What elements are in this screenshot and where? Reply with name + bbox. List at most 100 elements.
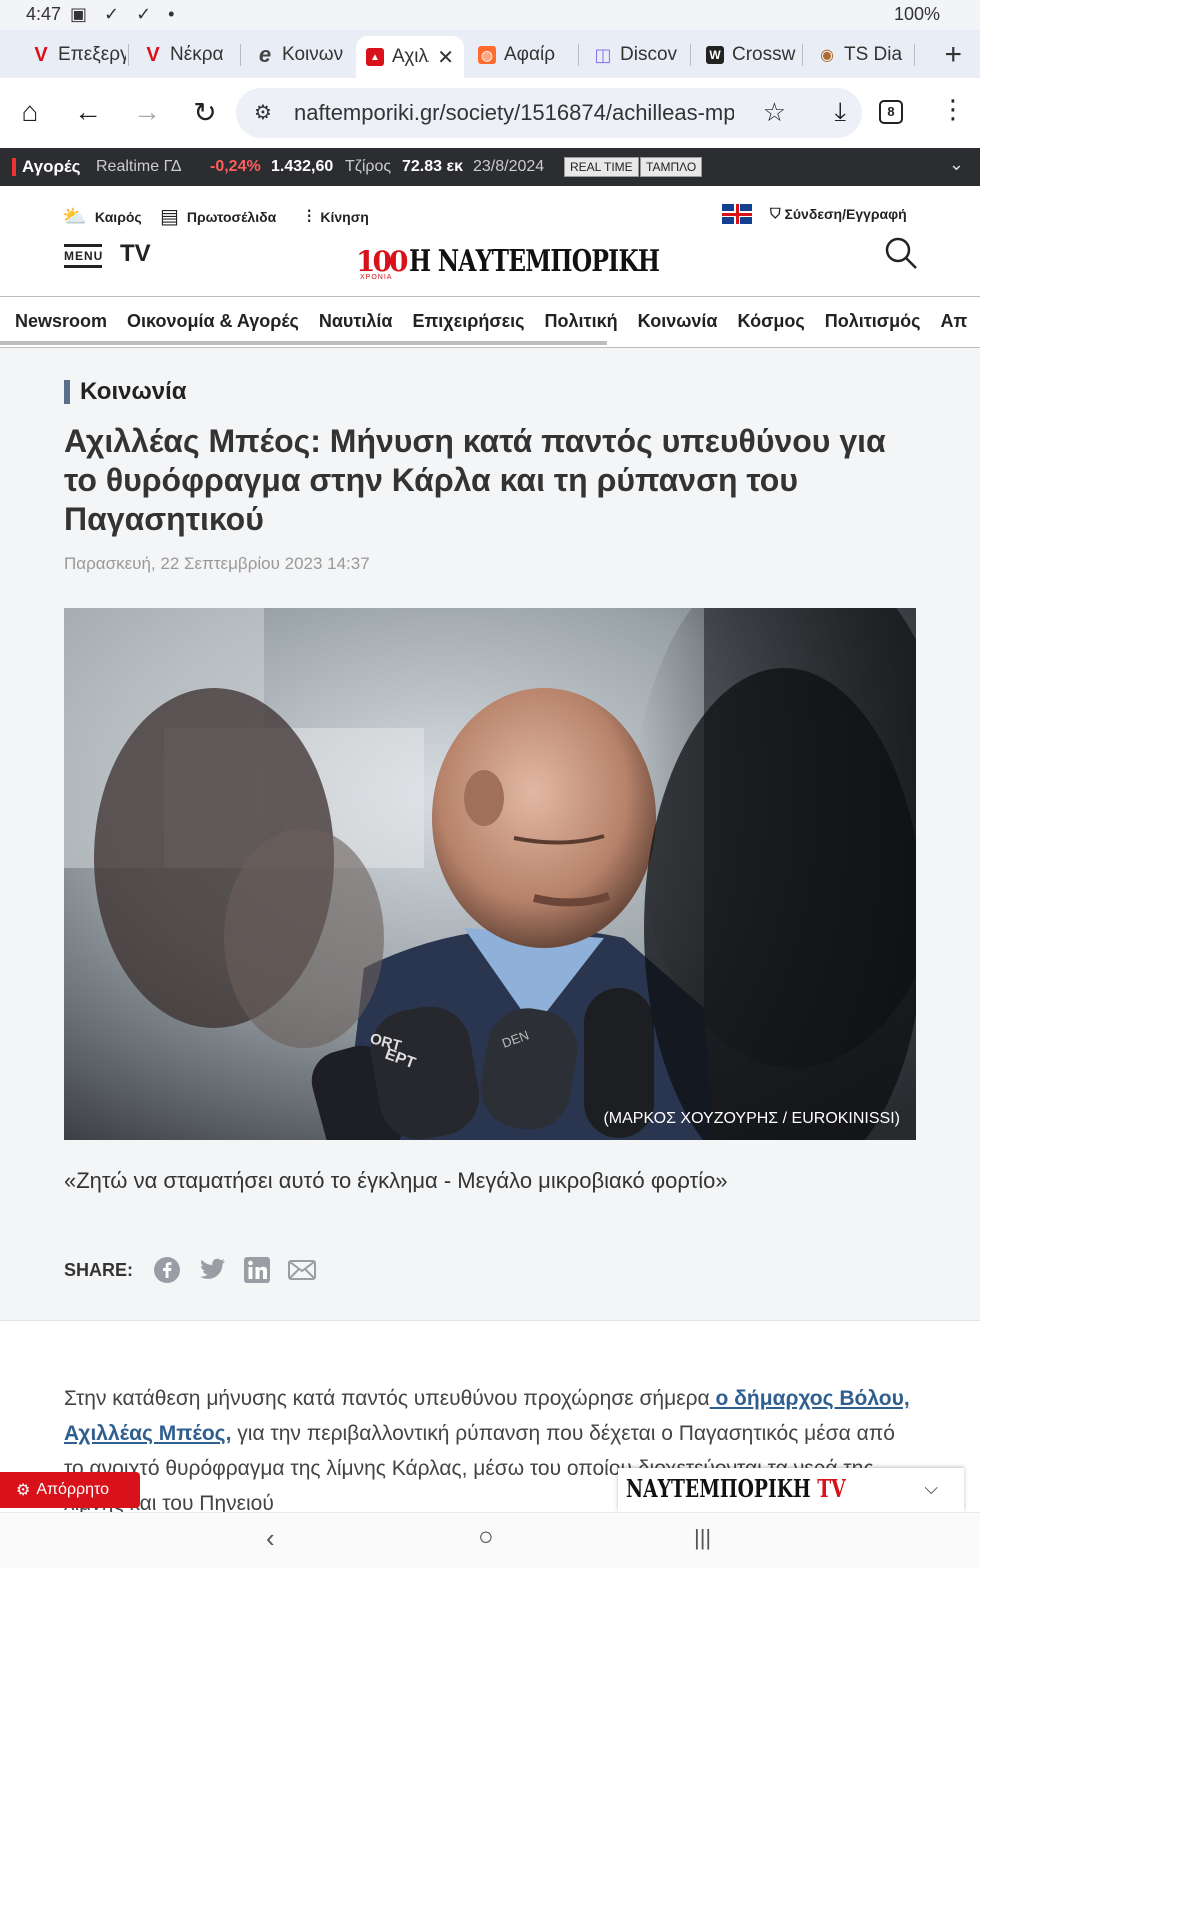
- status-notification-icons: ▣ ✓ ✓ •: [70, 4, 181, 24]
- browser-tab[interactable]: V Νέκρα: [134, 36, 238, 74]
- crossword-favicon-icon: W: [706, 46, 724, 64]
- index-change: -0,24%: [210, 158, 261, 175]
- nav-item-economy[interactable]: Οικονομία & Αγορές: [127, 311, 299, 332]
- url-text[interactable]: naftemporiki.gr/society/1516874/achillea…: [294, 100, 734, 126]
- back-arrow-icon[interactable]: ←: [71, 96, 105, 128]
- back-nav-icon[interactable]: ‹: [266, 1523, 275, 1554]
- section-label[interactable]: Κοινωνία: [64, 378, 187, 406]
- address-bar[interactable]: ⚙ naftemporiki.gr/society/1516874/achill…: [236, 88, 862, 138]
- nav-item-more[interactable]: Απ: [941, 311, 968, 332]
- status-bar: 4:47 ▣ ✓ ✓ • 100%: [0, 0, 980, 30]
- browser-tab[interactable]: e Κοινων: [246, 36, 350, 74]
- bookmark-star-icon[interactable]: ☆: [763, 97, 786, 128]
- frontpages-link[interactable]: ▤ Πρωτοσέλιδα: [160, 204, 276, 229]
- browser-tab[interactable]: ◍ Αφαίρ: [468, 36, 574, 74]
- privacy-button[interactable]: ⚙ Απόρρητο: [0, 1472, 140, 1508]
- vice-favicon-icon: V: [34, 43, 48, 66]
- tv-logo-tv: TV: [817, 1474, 846, 1503]
- forward-arrow-icon[interactable]: →: [130, 96, 164, 128]
- turnover-label: Τζίρος: [345, 158, 392, 175]
- naftemporiki-favicon-icon: ▲: [366, 48, 384, 66]
- article-header: Κοινωνία Αχιλλέας Μπέος: Μήνυση κατά παν…: [0, 348, 980, 1320]
- chevron-down-icon[interactable]: ⌵: [924, 1478, 938, 1499]
- login-label: Σύνδεση/Εγγραφή: [784, 205, 907, 222]
- home-icon[interactable]: ⌂: [13, 96, 47, 128]
- traffic-link[interactable]: ⁝ Κίνηση: [306, 204, 369, 229]
- browser-tab[interactable]: ◉ TS Dia: [808, 36, 914, 74]
- turnover-value: 72.83 εκ: [402, 158, 463, 175]
- nav-item-culture[interactable]: Πολιτισμός: [825, 311, 921, 332]
- privacy-label: Απόρρητο: [36, 1481, 110, 1498]
- e-favicon-icon: e: [258, 42, 272, 67]
- chevron-down-icon[interactable]: ⌄: [949, 154, 964, 175]
- english-flag-icon[interactable]: [722, 204, 752, 224]
- tab-title: Επεξεργ: [58, 44, 126, 65]
- tv-logo-main: ΝΑΥΤΕΜΠΟΡΙΚΗ: [626, 1474, 811, 1503]
- section-accent-bar: [64, 380, 70, 404]
- close-tab-icon[interactable]: ✕: [437, 45, 454, 70]
- board-button[interactable]: ΤΑΜΠΛΟ: [640, 157, 703, 177]
- article-date: Παρασκευή, 22 Σεπτεμβρίου 2023 14:37: [64, 554, 370, 573]
- newspaper-icon: ▤: [160, 206, 179, 228]
- system-navigation-bar: ‹ ○ |||: [0, 1512, 980, 1568]
- tab-title: Αφαίρ: [504, 44, 556, 65]
- gear-icon: ⚙: [16, 1482, 31, 1499]
- shield-icon: ⛉: [770, 205, 781, 221]
- weather-link[interactable]: ⛅ Καιρός: [62, 204, 142, 229]
- tab-switcher-button[interactable]: 8: [879, 100, 903, 124]
- tv-player-bar[interactable]: ΝΑΥΤΕΜΠΟΡΙΚΗ TV ⌵: [618, 1468, 964, 1512]
- facebook-icon[interactable]: [153, 1256, 181, 1284]
- nav-item-shipping[interactable]: Ναυτιλία: [319, 311, 393, 332]
- more-options-icon[interactable]: ⋮: [940, 94, 966, 125]
- site-logo[interactable]: 100 ΧΡΟΝΙΑ Η ΝΑΥΤΕΜΠΟΡΙΚΗ: [356, 244, 730, 281]
- traffic-label: Κίνηση: [320, 208, 369, 225]
- index-value: 1.432,60: [271, 158, 334, 175]
- browser-toolbar: ⌂ ← → ↻ ⚙ naftemporiki.gr/society/151687…: [0, 78, 980, 148]
- share-bar: SHARE:: [64, 1256, 317, 1284]
- section-name: Κοινωνία: [80, 378, 187, 405]
- reload-icon[interactable]: ↻: [188, 96, 222, 129]
- home-nav-icon[interactable]: ○: [478, 1521, 494, 1552]
- nav-item-politics[interactable]: Πολιτική: [545, 311, 618, 332]
- article-headline: Αχιλλέας Μπέος: Μήνυση κατά παντός υπευθ…: [64, 423, 886, 537]
- article-photo[interactable]: ΕΡΤ ORT DEN (ΜΑΡΚΟΣ ΧΟΥΖΟΥΡΗΣ / EUROKINI…: [64, 608, 916, 1140]
- site-header: ⛅ Καιρός ▤ Πρωτοσέλιδα ⁝ Κίνηση MENU TV …: [0, 186, 980, 296]
- tv-link[interactable]: TV: [120, 240, 151, 268]
- nav-item-world[interactable]: Κόσμος: [738, 311, 805, 332]
- search-icon[interactable]: [884, 236, 918, 270]
- share-label: SHARE:: [64, 1259, 134, 1280]
- browser-tab[interactable]: W Crossw: [696, 36, 800, 74]
- nav-item-newsroom[interactable]: Newsroom: [15, 311, 107, 332]
- discover-favicon-icon: ◫: [594, 44, 612, 65]
- ticker-label[interactable]: Αγορές: [22, 157, 81, 177]
- weather-icon: ⛅: [62, 206, 87, 228]
- nav-item-business[interactable]: Επιχειρήσεις: [413, 311, 525, 332]
- paragraph-text-start: Στην κατάθεση μήνυσης κατά παντός υπευθύ…: [64, 1387, 710, 1410]
- tab-title: Discov: [620, 44, 678, 65]
- status-time: 4:47: [26, 4, 62, 24]
- realtime-button[interactable]: REAL TIME: [564, 157, 639, 177]
- ticker-date: 23/8/2024: [473, 158, 545, 175]
- browser-tab-strip: V Επεξεργ V Νέκρα e Κοινων ▲ Αχιλλ ✕ ◍ Α…: [0, 30, 980, 78]
- tv-logo: ΝΑΥΤΕΜΠΟΡΙΚΗ TV: [626, 1474, 846, 1503]
- battery-level: 100%: [893, 4, 940, 24]
- menu-button[interactable]: MENU: [64, 242, 102, 270]
- recents-nav-icon[interactable]: |||: [694, 1525, 711, 1551]
- nav-scroll-indicator[interactable]: [0, 341, 607, 345]
- tab-title: Crossw: [732, 44, 796, 65]
- ticker-sublabel: Realtime ΓΔ: [96, 158, 182, 175]
- linkedin-icon[interactable]: [243, 1256, 271, 1284]
- download-icon[interactable]: ⤓: [835, 96, 847, 128]
- new-tab-plus-icon[interactable]: +: [944, 38, 962, 72]
- browser-tab-active[interactable]: ▲ Αχιλλ ✕: [356, 36, 464, 78]
- login-link[interactable]: ⛉ Σύνδεση/Εγγραφή: [770, 205, 907, 222]
- article-lede: «Ζητώ να σταματήσει αυτό το έγκλημα - Με…: [64, 1168, 728, 1193]
- nav-item-society[interactable]: Κοινωνία: [638, 311, 718, 332]
- tab-title: Κοινων: [282, 44, 344, 65]
- site-settings-icon[interactable]: ⚙: [254, 100, 272, 125]
- twitter-icon[interactable]: [197, 1257, 227, 1283]
- photo-illustration: ΕΡΤ ORT DEN: [64, 608, 916, 1140]
- browser-tab[interactable]: V Επεξεργ: [22, 36, 126, 74]
- email-icon[interactable]: [287, 1258, 317, 1282]
- browser-tab[interactable]: ◫ Discov: [584, 36, 688, 74]
